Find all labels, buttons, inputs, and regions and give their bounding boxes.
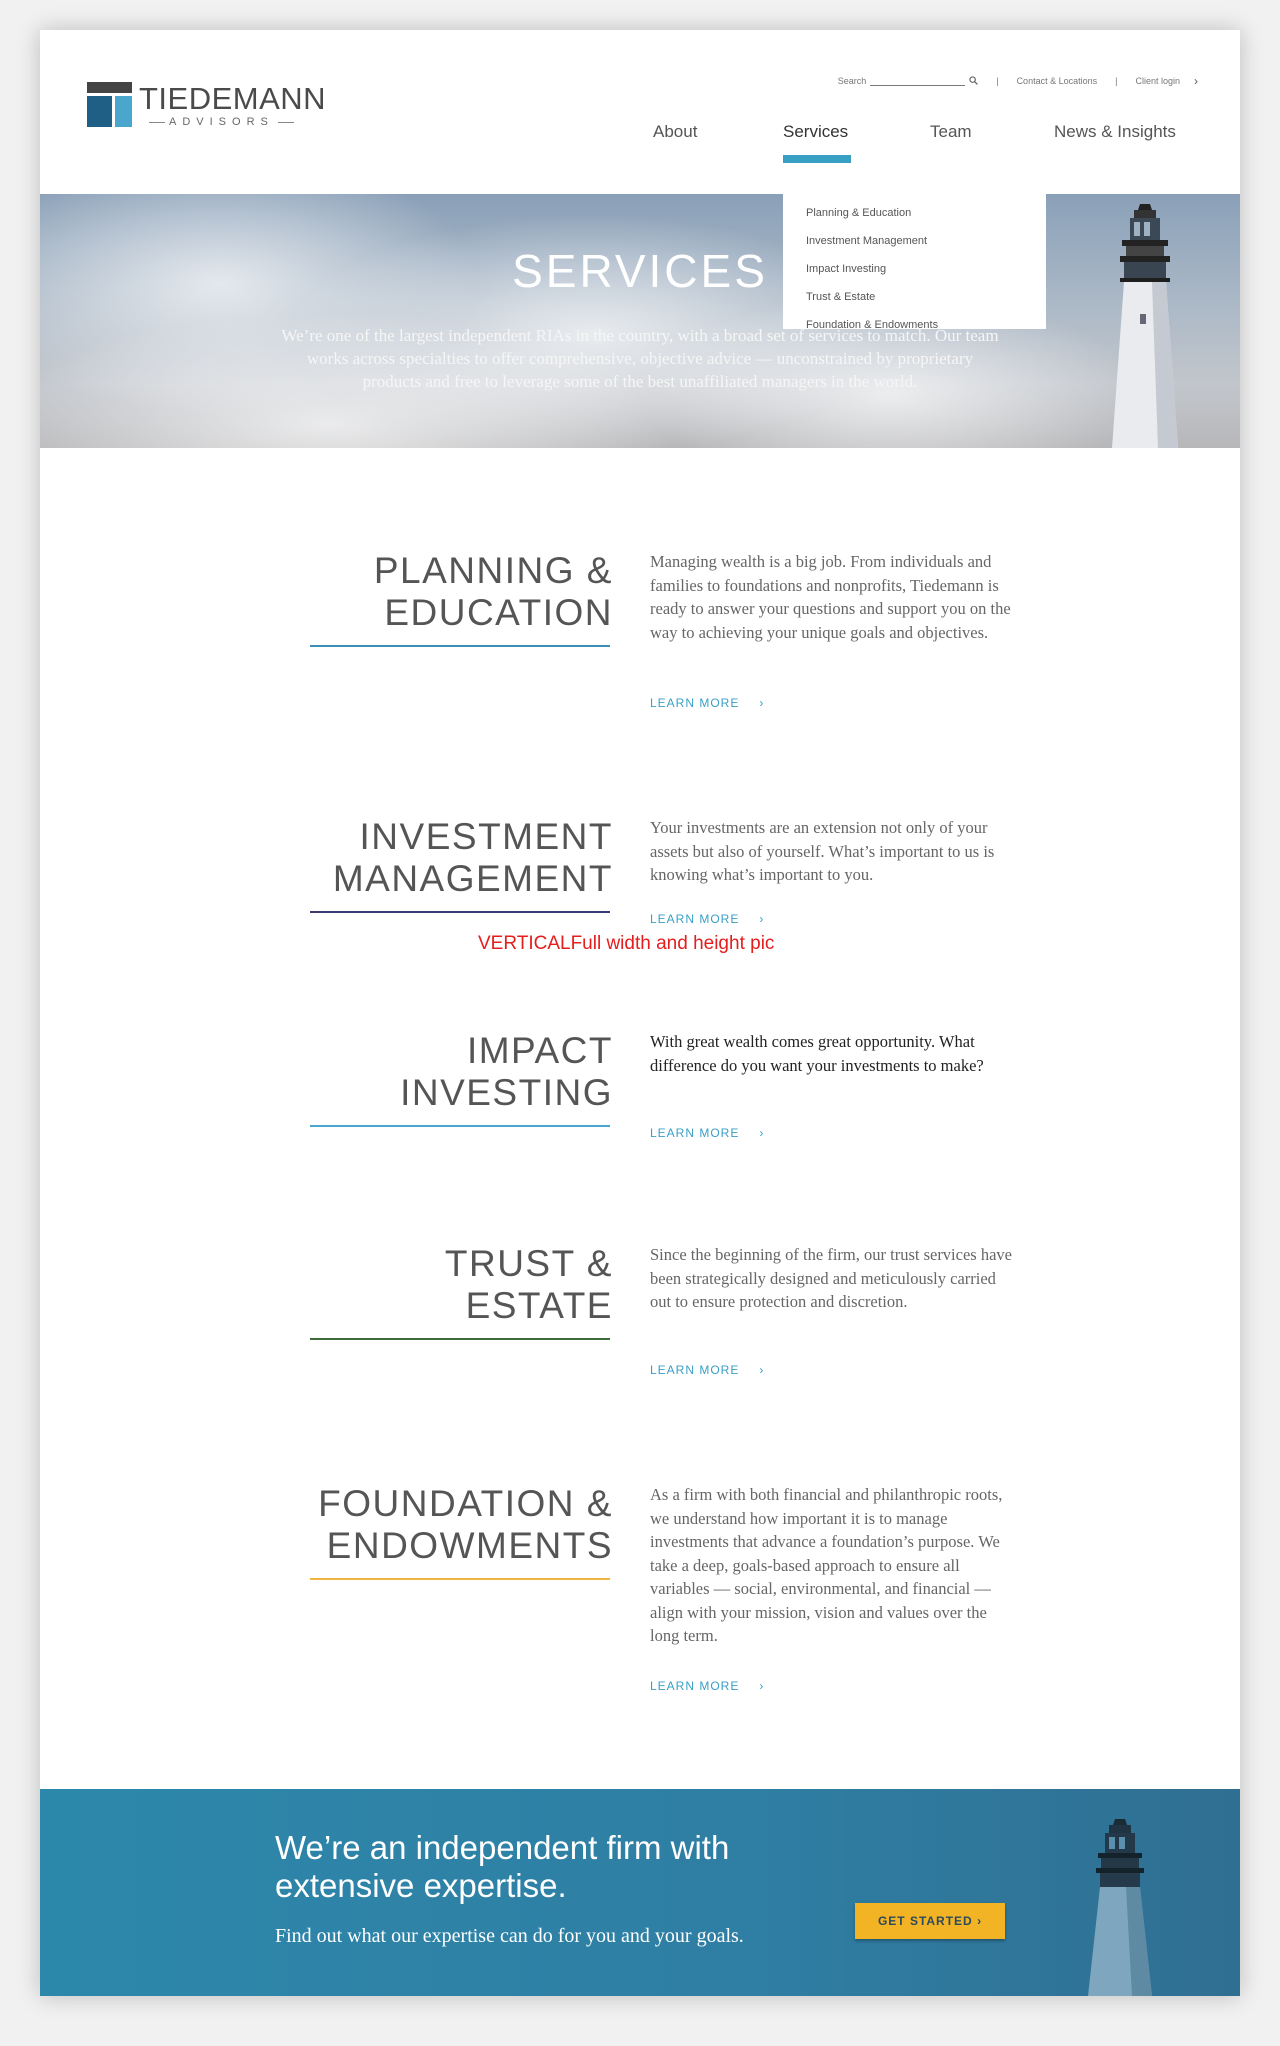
- dropdown-item-foundation-endowments[interactable]: Foundation & Endowments: [783, 317, 1046, 345]
- service-description: Since the beginning of the firm, our tru…: [650, 1245, 1012, 1311]
- contact-locations-link[interactable]: Contact & Locations: [1017, 76, 1098, 86]
- services-dropdown: Planning & Education Investment Manageme…: [783, 194, 1046, 331]
- search-label: Search: [837, 76, 867, 86]
- active-nav-indicator: [783, 155, 851, 163]
- learn-more-link[interactable]: LEARN MORE ›: [650, 1679, 764, 1693]
- nav-item-about[interactable]: About: [653, 122, 697, 142]
- learn-more-label: LEARN MORE: [650, 1679, 740, 1693]
- dropdown-item-trust-estate[interactable]: Trust & Estate: [783, 289, 1046, 317]
- service-title-line: FOUNDATION &: [318, 1483, 613, 1524]
- service-title-line: ESTATE: [465, 1285, 613, 1326]
- dropdown-item-investment-management[interactable]: Investment Management: [783, 233, 1046, 261]
- get-started-label: GET STARTED: [877, 1914, 973, 1928]
- service-divider: [310, 645, 610, 647]
- nav-item-team[interactable]: Team: [930, 122, 972, 142]
- dropdown-item-planning-education[interactable]: Planning & Education: [783, 205, 1046, 233]
- chevron-right-icon: ›: [759, 1679, 765, 1693]
- nav-item-services[interactable]: Services: [783, 122, 848, 142]
- service-title-line: IMPACT: [466, 1030, 613, 1071]
- page-title: SERVICES: [512, 245, 768, 297]
- service-title-line: EDUCATION: [384, 592, 613, 633]
- service-description: With great wealth comes great opportunit…: [650, 1032, 984, 1075]
- learn-more-label: LEARN MORE: [650, 1126, 740, 1140]
- main-nav: About Services Team News & Insights: [40, 122, 1240, 162]
- chevron-right-icon: ›: [759, 1363, 765, 1377]
- service-title-line: MANAGEMENT: [332, 858, 613, 899]
- service-title: IMPACT INVESTING: [293, 1030, 613, 1114]
- separator: |: [996, 76, 999, 86]
- chevron-right-icon: ›: [1194, 74, 1198, 88]
- chevron-right-icon: ›: [759, 912, 765, 926]
- service-description: Managing wealth is a big job. From indiv…: [650, 552, 1011, 642]
- dropdown-item-impact-investing[interactable]: Impact Investing: [783, 261, 1046, 289]
- service-title: TRUST & ESTATE: [293, 1243, 613, 1327]
- design-note: VERTICALFull width and height pic: [478, 933, 775, 954]
- search-icon[interactable]: [969, 75, 979, 87]
- nav-item-news-insights[interactable]: News & Insights: [1054, 122, 1176, 142]
- page: TIEDEMANN ADVISORS Search | Contact & Lo…: [40, 30, 1240, 1996]
- service-title: INVESTMENT MANAGEMENT: [293, 816, 613, 900]
- hero-banner: SERVICES We’re one of the largest indepe…: [40, 194, 1240, 448]
- service-divider: [310, 1125, 610, 1127]
- utility-bar: Search | Contact & Locations | Client lo…: [838, 74, 1198, 88]
- learn-more-label: LEARN MORE: [650, 912, 740, 926]
- service-divider: [310, 911, 610, 913]
- learn-more-link[interactable]: LEARN MORE ›: [650, 696, 764, 710]
- lighthouse-image: [1112, 204, 1178, 448]
- service-divider: [310, 1338, 610, 1340]
- search-input[interactable]: [870, 77, 966, 86]
- learn-more-link[interactable]: LEARN MORE ›: [650, 1363, 764, 1377]
- chevron-right-icon: ›: [759, 696, 765, 710]
- get-started-button[interactable]: GET STARTED ›: [855, 1903, 1005, 1939]
- client-login-link[interactable]: Client login: [1135, 76, 1180, 86]
- learn-more-label: LEARN MORE: [650, 1363, 740, 1377]
- cta-banner: We’re an independent firm with extensive…: [40, 1789, 1240, 1996]
- service-title-line: TRUST &: [444, 1243, 613, 1284]
- service-title-line: PLANNING &: [373, 550, 613, 591]
- banner-subtitle: Find out what our expertise can do for y…: [275, 1925, 744, 1947]
- chevron-right-icon: ›: [759, 1126, 765, 1140]
- lighthouse-image: [1088, 1819, 1152, 1996]
- service-title: PLANNING & EDUCATION: [293, 550, 613, 634]
- service-description: Your investments are an extension not on…: [650, 818, 995, 884]
- logo-name: TIEDEMANN: [139, 81, 327, 116]
- chevron-right-icon: ›: [977, 1914, 983, 1928]
- banner-title: We’re an independent firm with extensive…: [275, 1829, 730, 1904]
- service-divider: [310, 1578, 610, 1580]
- service-description: As a firm with both financial and philan…: [650, 1485, 1003, 1645]
- service-title: FOUNDATION & ENDOWMENTS: [283, 1483, 613, 1567]
- learn-more-link[interactable]: LEARN MORE ›: [650, 1126, 764, 1140]
- learn-more-label: LEARN MORE: [650, 696, 740, 710]
- service-title-line: INVESTMENT: [359, 816, 613, 857]
- learn-more-link[interactable]: LEARN MORE ›: [650, 912, 764, 926]
- service-title-line: INVESTING: [400, 1072, 613, 1113]
- separator: |: [1115, 76, 1118, 86]
- logo-mark-icon: [87, 82, 132, 127]
- service-title-line: ENDOWMENTS: [326, 1525, 613, 1566]
